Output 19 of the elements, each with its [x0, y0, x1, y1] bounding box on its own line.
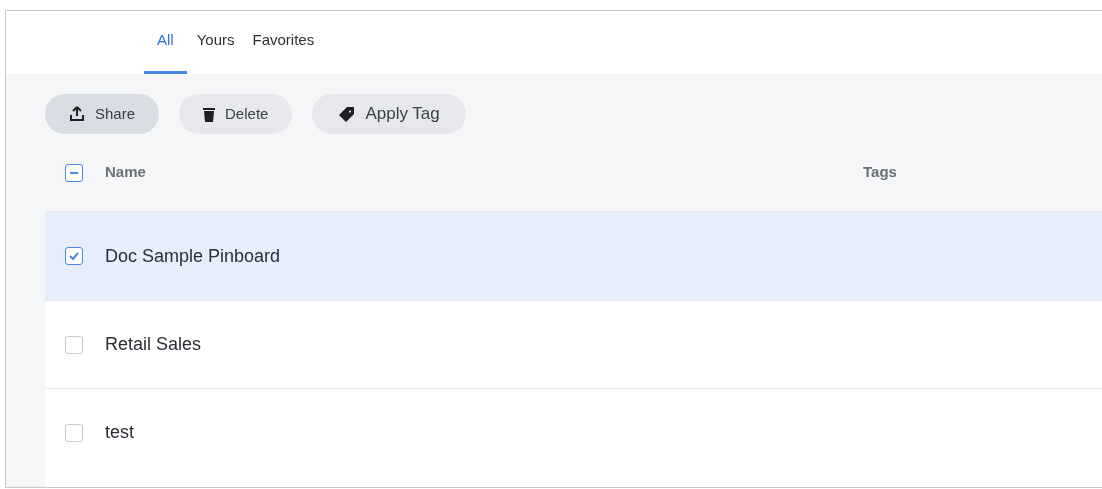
- action-button[interactable]: Apply Tag: [312, 94, 466, 134]
- table-row[interactable]: Doc Sample Pinboard: [45, 212, 1102, 300]
- column-header: Name: [105, 162, 146, 183]
- upload-icon: [69, 106, 85, 122]
- checkbox[interactable]: [65, 247, 83, 265]
- checkbox[interactable]: [65, 335, 83, 354]
- row-name: Retail Sales: [105, 333, 202, 356]
- row-name: Doc Sample Pinboard: [105, 244, 281, 268]
- trash-icon: [203, 106, 216, 122]
- tab[interactable]: Favorites: [244, 28, 323, 74]
- action-button[interactable]: Share: [45, 94, 160, 134]
- checkbox[interactable]: [65, 163, 83, 182]
- tab[interactable]: Yours: [188, 28, 243, 74]
- action-button[interactable]: Delete: [179, 94, 293, 134]
- check-icon: [68, 250, 80, 262]
- tag-icon: [338, 105, 356, 123]
- column-header: Tags: [863, 162, 897, 183]
- row-name: test: [105, 421, 134, 444]
- checkbox[interactable]: [65, 423, 83, 442]
